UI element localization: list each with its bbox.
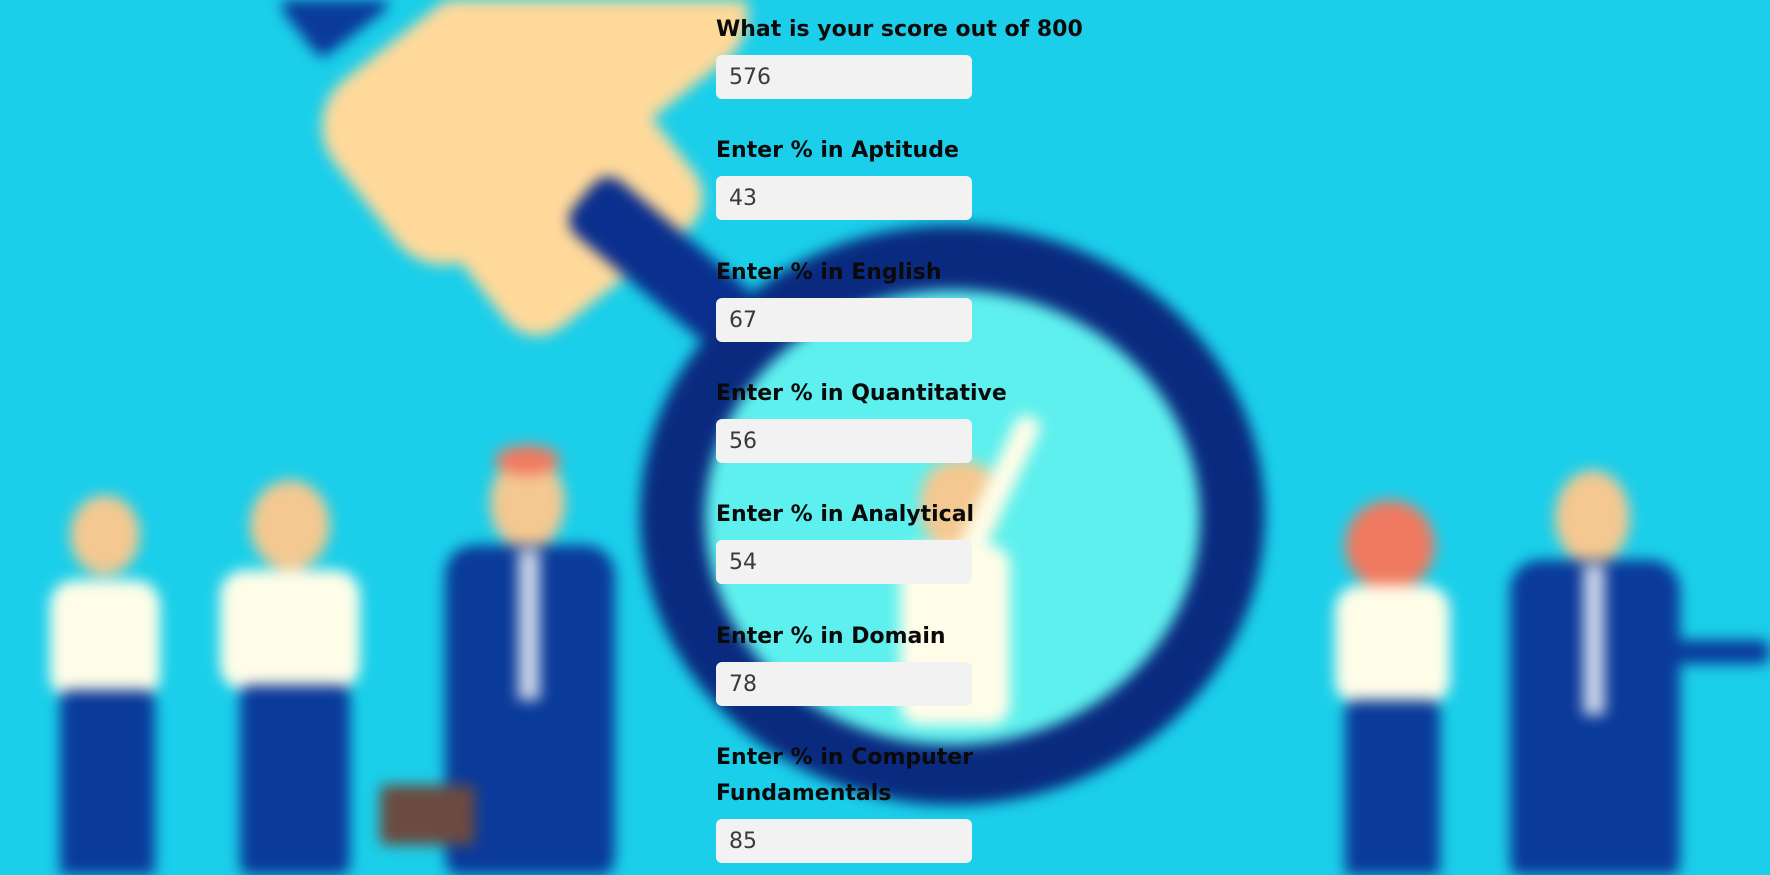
person-1-body xyxy=(50,580,160,700)
domain-input[interactable] xyxy=(716,662,972,706)
domain-label: Enter % in Domain xyxy=(716,624,946,649)
sleeve-shape xyxy=(277,0,393,61)
field-analytical: Enter % in Analytical xyxy=(716,497,974,584)
computer-fundamentals-label: Enter % in Computer Fundamentals xyxy=(716,745,974,806)
person-3-tie xyxy=(518,550,540,700)
briefcase xyxy=(380,785,475,845)
english-input[interactable] xyxy=(716,298,972,342)
person-5-tie xyxy=(1583,565,1605,715)
person-2-head xyxy=(250,480,330,570)
field-domain: Enter % in Domain xyxy=(716,619,972,706)
quantitative-label: Enter % in Quantitative xyxy=(716,381,1007,406)
person-5-head xyxy=(1555,470,1630,565)
field-total-score: What is your score out of 800 xyxy=(716,12,1083,99)
person-4-body xyxy=(1335,585,1450,705)
aptitude-label: Enter % in Aptitude xyxy=(716,138,959,163)
computer-fundamentals-input[interactable] xyxy=(716,819,972,863)
field-aptitude: Enter % in Aptitude xyxy=(716,133,972,220)
person-2-body xyxy=(220,570,360,690)
field-computer-fundamentals: Enter % in Computer Fundamentals xyxy=(716,740,976,863)
total-score-input[interactable] xyxy=(716,55,972,99)
field-english: Enter % in English xyxy=(716,255,972,342)
aptitude-input[interactable] xyxy=(716,176,972,220)
total-score-label: What is your score out of 800 xyxy=(716,17,1083,42)
quantitative-input[interactable] xyxy=(716,419,972,463)
person-4-head xyxy=(1345,500,1435,590)
person-1-head xyxy=(70,495,140,575)
person-2-skirt xyxy=(240,685,350,875)
analytical-input[interactable] xyxy=(716,540,972,584)
field-quantitative: Enter % in Quantitative xyxy=(716,376,1007,463)
analytical-label: Enter % in Analytical xyxy=(716,502,975,527)
person-5-arm xyxy=(1660,640,1770,664)
person-4-skirt xyxy=(1345,700,1440,875)
english-label: Enter % in English xyxy=(716,260,942,285)
person-1-skirt xyxy=(60,690,155,875)
person-3-hair xyxy=(495,445,560,475)
